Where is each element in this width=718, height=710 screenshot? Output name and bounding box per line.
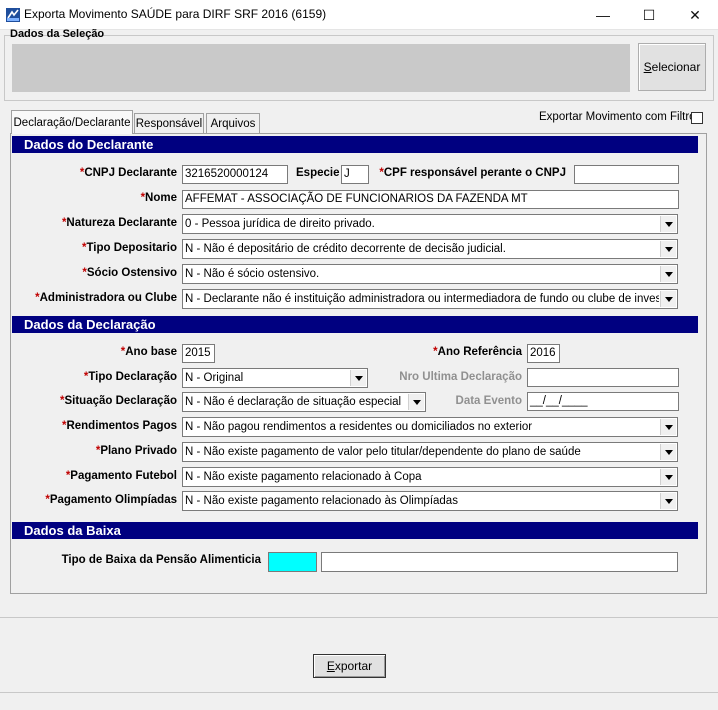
socio-ostensivo-label: *Sócio Ostensivo [82, 267, 177, 279]
plano-privado-select[interactable]: N - Não existe pagamento de valor pelo t… [182, 442, 678, 462]
cpf-responsavel-label: *CPF responsável perante o CNPJ [379, 167, 566, 179]
title-bar: Exporta Movimento SAÚDE para DIRF SRF 20… [0, 0, 718, 30]
natureza-select[interactable]: 0 - Pessoa jurídica de direito privado. [182, 214, 678, 234]
cnpj-field[interactable]: 32165200001​24 [182, 165, 288, 184]
close-icon: ✕ [689, 6, 701, 23]
export-button[interactable]: Exportar [313, 654, 386, 678]
tipo-baixa-description-field[interactable] [321, 552, 678, 572]
cnpj-label: *CNPJ Declarante [79, 167, 177, 179]
tab-responsavel[interactable]: Responsável [134, 113, 204, 134]
nro-ultima-declaracao-label: Nro Ultima Declaração [399, 371, 522, 383]
situacao-declaracao-label: *Situação Declaração [60, 395, 177, 407]
chevron-down-icon [660, 419, 676, 435]
tipo-depositario-label: *Tipo Depositario [81, 242, 177, 254]
data-evento-field[interactable]: __/__/____ [527, 392, 679, 411]
minimize-icon: — [596, 7, 610, 23]
section-declarante: Dados do Declarante [12, 136, 698, 153]
minimize-button[interactable]: — [580, 0, 626, 30]
pagamento-futebol-select[interactable]: N - Não existe pagamento relacionado à C… [182, 467, 678, 487]
chevron-down-icon [660, 469, 676, 485]
rendimentos-pagos-select[interactable]: N - Não pagou rendimentos a residentes o… [182, 417, 678, 437]
pagamento-futebol-label: *Pagamento Futebol [65, 470, 177, 482]
pagamento-olimpiadas-label: *Pagamento Olimpíadas [45, 494, 177, 506]
select-button[interactable]: Selecionar [638, 43, 706, 91]
export-filter-label: Exportar Movimento com Filtro [539, 111, 696, 123]
administradora-select[interactable]: N - Declarante não é instituição adminis… [182, 289, 678, 309]
chevron-down-icon [660, 241, 676, 257]
especie-field[interactable]: J [341, 165, 369, 184]
tipo-declaracao-label: *Tipo Declaração [83, 371, 177, 383]
chevron-down-icon [660, 493, 676, 509]
especie-label: Especie [296, 167, 340, 179]
tipo-baixa-code-field[interactable] [268, 552, 317, 572]
nro-ultima-declaracao-field[interactable] [527, 368, 679, 387]
chevron-down-icon [660, 291, 676, 307]
maximize-icon: ☐ [642, 6, 656, 23]
chevron-down-icon [350, 370, 366, 386]
data-evento-label: Data Evento [455, 395, 522, 407]
tab-arquivos[interactable]: Arquivos [206, 113, 260, 134]
chevron-down-icon [660, 444, 676, 460]
chevron-down-icon [660, 216, 676, 232]
status-bar [0, 692, 718, 710]
nome-field[interactable]: AFFEMAT - ASSOCIAÇÃO DE FUNCIONARIOS DA … [182, 190, 679, 209]
window-title: Exporta Movimento SAÚDE para DIRF SRF 20… [24, 7, 327, 21]
tipo-baixa-label: Tipo de Baixa da Pensão Alimenticia [61, 554, 261, 566]
ano-base-field[interactable]: 2015 [182, 344, 215, 363]
close-button[interactable]: ✕ [672, 0, 718, 30]
section-declaracao: Dados da Declaração [12, 316, 698, 333]
ano-referencia-field[interactable]: 2016 [527, 344, 560, 363]
socio-ostensivo-select[interactable]: N - Não é sócio ostensivo. [182, 264, 678, 284]
tipo-declaracao-select[interactable]: N - Original [182, 368, 368, 388]
footer-divider [0, 617, 718, 618]
selection-display [12, 44, 630, 92]
nome-label: *Nome [140, 192, 177, 204]
cpf-responsavel-field[interactable] [574, 165, 679, 184]
selection-group-title: Dados da Seleção [10, 28, 105, 40]
tipo-depositario-select[interactable]: N - Não é depositário de crédito decorre… [182, 239, 678, 259]
situacao-declaracao-select[interactable]: N - Não é declaração de situação especia… [182, 392, 426, 412]
tab-declaracao-declarante[interactable]: Declaração/Declarante [11, 110, 133, 134]
section-baixa: Dados da Baixa [12, 522, 698, 539]
ano-base-label: *Ano base [120, 346, 177, 358]
administradora-label: *Administradora ou Clube [35, 292, 177, 304]
maximize-button[interactable]: ☐ [626, 0, 672, 30]
ano-referencia-label: *Ano Referência [433, 346, 522, 358]
plano-privado-label: *Plano Privado [95, 445, 177, 457]
app-icon [6, 8, 20, 22]
chevron-down-icon [660, 266, 676, 282]
rendimentos-pagos-label: *Rendimentos Pagos [61, 420, 177, 432]
natureza-label: *Natureza Declarante [61, 217, 177, 229]
pagamento-olimpiadas-select[interactable]: N - Não existe pagamento relacionado às … [182, 491, 678, 511]
export-filter-checkbox[interactable] [691, 112, 703, 124]
